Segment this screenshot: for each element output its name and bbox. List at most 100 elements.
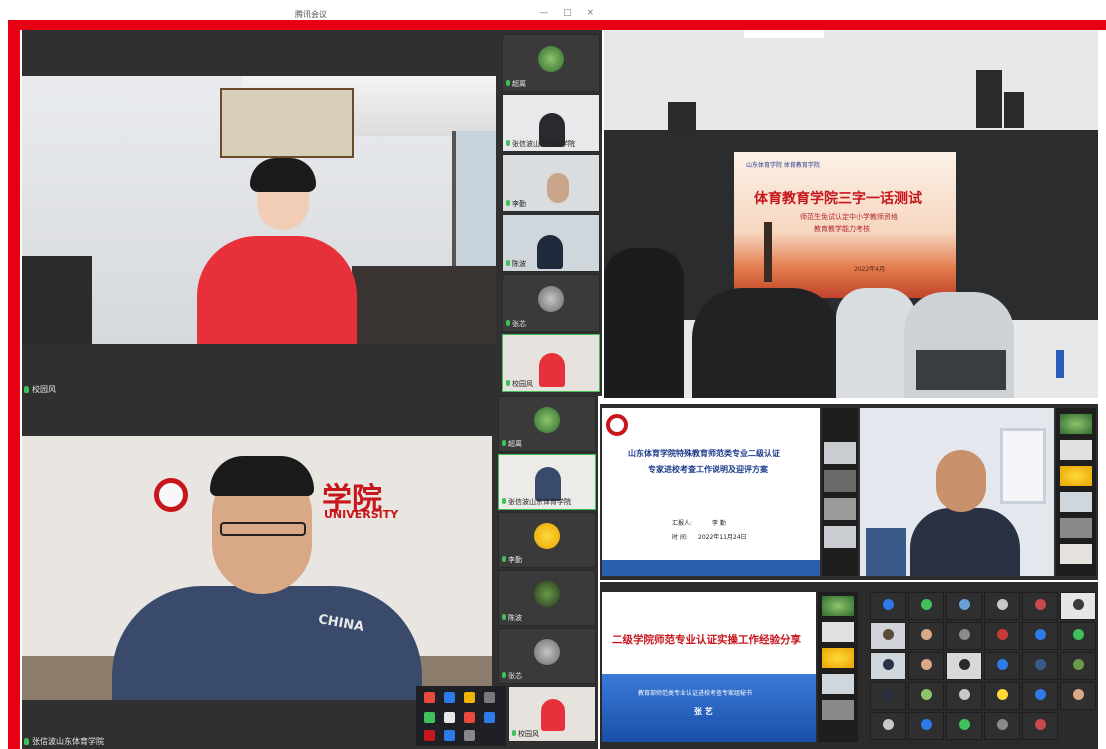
mic-icon [506, 140, 510, 146]
thumb-person [537, 235, 563, 269]
grid-cell[interactable] [908, 712, 944, 740]
slide-d[interactable]: 山东体育学院特殊教育师范类专业二级认证 专家进校考查工作说明及迎评方案 汇报人:… [602, 408, 820, 576]
thumb-a-6[interactable]: 校园风 [502, 334, 600, 392]
slide-logo [606, 414, 628, 436]
mini-thumb[interactable] [824, 470, 856, 492]
thumb-c-5[interactable]: 张芯 [498, 628, 596, 684]
grid-cell[interactable] [946, 622, 982, 650]
red-frame-top [8, 20, 1106, 30]
window-controls[interactable]: — □ × [539, 8, 600, 18]
main-video-a[interactable] [22, 76, 496, 344]
grid-cell[interactable] [984, 652, 1020, 680]
grid-cell[interactable] [1060, 652, 1096, 680]
app-icon[interactable] [424, 692, 435, 703]
participant-grid [862, 588, 1096, 744]
speaker-left [668, 102, 696, 136]
grid-cell[interactable] [1060, 592, 1096, 620]
grid-cell[interactable] [870, 652, 906, 680]
lock-icon[interactable] [484, 692, 495, 703]
thumb-a-5[interactable]: 张芯 [502, 274, 600, 332]
thumb-c-6[interactable]: 校园风 [508, 686, 596, 742]
grid-cell[interactable] [870, 712, 906, 740]
app-icon[interactable] [484, 712, 495, 723]
video-d[interactable] [860, 408, 1054, 576]
grid-cell[interactable] [946, 712, 982, 740]
thumb-a-2[interactable]: 张信波山东体育学院 [502, 94, 600, 152]
mini-thumb[interactable] [824, 498, 856, 520]
grid-cell[interactable] [1022, 652, 1058, 680]
grid-cell[interactable] [984, 712, 1020, 740]
grid-cell[interactable] [1022, 682, 1058, 710]
mini-thumb[interactable] [1060, 414, 1092, 434]
grid-cell[interactable] [984, 622, 1020, 650]
speaker-right-2 [1004, 92, 1024, 128]
app-icon[interactable] [444, 712, 455, 723]
taskbar-tray [416, 686, 506, 746]
thumb-c-1[interactable]: 超离 [498, 396, 596, 452]
mini-thumb[interactable] [822, 648, 854, 668]
mini-thumb[interactable] [822, 700, 854, 720]
mini-thumb[interactable] [1060, 544, 1092, 564]
avatar [538, 285, 564, 312]
grid-cell[interactable] [984, 592, 1020, 620]
mini-thumb[interactable] [822, 596, 854, 616]
slide-e-sub: 教育部师范类专业认证进校考查专家组秘书 [638, 690, 753, 697]
mini-thumb[interactable] [1060, 440, 1092, 460]
student-1 [604, 248, 684, 398]
glasses [220, 522, 306, 536]
meeting-panel-d: 山东体育学院特殊教育师范类专业二级认证 专家进校考查工作说明及迎评方案 汇报人:… [600, 404, 1098, 580]
grid-cell[interactable] [946, 682, 982, 710]
grid-cell[interactable] [946, 652, 982, 680]
mini-thumb[interactable] [822, 674, 854, 694]
mini-thumb[interactable] [822, 622, 854, 642]
thumb-person [535, 467, 561, 501]
avatar [534, 580, 560, 607]
mini-thumb[interactable] [824, 526, 856, 548]
grid-cell[interactable] [908, 622, 944, 650]
student-2 [692, 288, 842, 398]
thumb-a-1[interactable]: 超离 [502, 34, 600, 92]
main-video-c[interactable]: 学院 UNIVERSITY CHINA [22, 436, 492, 700]
mini-thumb[interactable] [1060, 518, 1092, 538]
grid-cell[interactable] [984, 682, 1020, 710]
shield-icon[interactable] [444, 692, 455, 703]
grid-cell[interactable] [908, 652, 944, 680]
thumb-a-3[interactable]: 李勤 [502, 154, 600, 212]
grid-cell[interactable] [1060, 682, 1096, 710]
logo-sub: UNIVERSITY [324, 508, 399, 521]
app-icon[interactable] [424, 730, 435, 741]
grid-cell[interactable] [908, 682, 944, 710]
thumb-a-4[interactable]: 陈波 [502, 214, 600, 272]
mic-icon [506, 320, 510, 326]
slide-e[interactable]: 二级学院师范专业认证实操工作经验分享 教育部师范类专业认证进校考查专家组秘书 张… [602, 592, 816, 742]
grid-cell[interactable] [870, 622, 906, 650]
grid-cell[interactable] [946, 592, 982, 620]
chat-icon[interactable] [464, 692, 475, 703]
app-icon[interactable] [464, 730, 475, 741]
thumb-c-4[interactable]: 陈波 [498, 570, 596, 626]
mini-thumb[interactable] [824, 442, 856, 464]
participant-body-c [112, 586, 422, 700]
mic-icon [506, 380, 510, 386]
mini-thumb[interactable] [1060, 466, 1092, 486]
app-icon[interactable] [464, 712, 475, 723]
grid-cell[interactable] [908, 592, 944, 620]
grid-cell[interactable] [1022, 622, 1058, 650]
wechat-icon[interactable] [424, 712, 435, 723]
grid-cell[interactable] [870, 592, 906, 620]
app-icon[interactable] [444, 730, 455, 741]
thumb-c-2[interactable]: 张信波山东体育学院 [498, 454, 596, 510]
grid-cell[interactable] [1022, 712, 1058, 740]
video-d-chair [866, 528, 906, 576]
mic-icon [506, 260, 510, 266]
grid-cell[interactable] [870, 682, 906, 710]
classroom-photo: 山东体育学院 体育教育学院 体育教育学院三字一话测试 师范生免试认定中小学教师资… [604, 30, 1098, 398]
thumb-strip-e [818, 592, 858, 742]
grid-cell[interactable] [1022, 592, 1058, 620]
thumb-c-3[interactable]: 李勤 [498, 512, 596, 568]
wall-painting [220, 88, 354, 158]
thumb-person [541, 699, 565, 731]
mini-thumb[interactable] [1060, 492, 1092, 512]
grid-cell[interactable] [1060, 622, 1096, 650]
slide-sub-2: 教育教学能力考核 [814, 225, 870, 233]
